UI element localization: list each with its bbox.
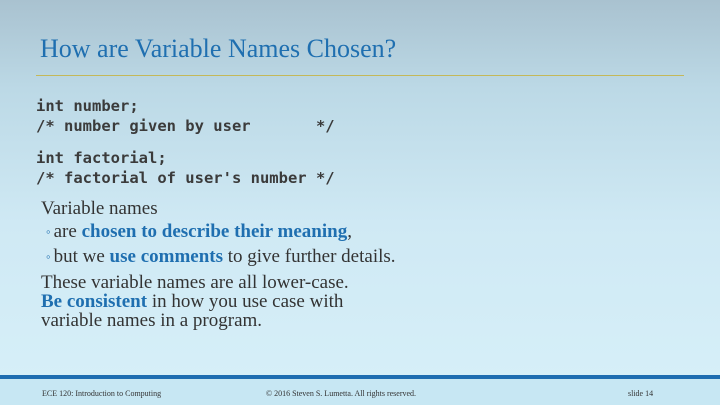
bullet-highlight: use comments — [109, 246, 223, 267]
bullet-circle-icon: ◦ — [46, 249, 51, 264]
footer-copyright: © 2016 Steven S. Lumetta. All rights res… — [266, 389, 417, 398]
code-line: int number; — [36, 97, 139, 115]
code-line: /* number given by user */ — [36, 117, 335, 135]
footer-slide-number: slide 14 — [628, 389, 654, 398]
bullet-list: ◦ are chosen to describe their meaning, ◦… — [46, 220, 396, 270]
bullet-text: , — [347, 221, 352, 242]
paragraph-line: These variable names are all lower-case. — [41, 272, 349, 293]
code-block-factorial: int factorial; /* factorial of user's nu… — [36, 148, 335, 188]
paragraph-consistency: These variable names are all lower-case.… — [41, 273, 349, 330]
paragraph-variable-names: Variable names — [41, 198, 158, 219]
code-block-number: int number; /* number given by user */ — [36, 96, 335, 136]
bullet-highlight: chosen to describe their meaning — [81, 221, 348, 242]
code-line: /* factorial of user's number */ — [36, 169, 335, 187]
bullet-text: are — [53, 221, 82, 242]
paragraph-highlight: Be consistent — [41, 291, 148, 312]
bullet-circle-icon: ◦ — [46, 224, 51, 239]
slide: How are Variable Names Chosen? int numbe… — [0, 0, 720, 405]
bullet-text: to give further details. — [223, 246, 396, 267]
bullet-item: ◦ but we use comments to give further det… — [46, 245, 396, 270]
paragraph-line: variable names in a program. — [41, 310, 263, 331]
footer-course: ECE 120: Introduction to Computing — [42, 389, 162, 398]
bullet-text: but we — [53, 246, 110, 267]
title-divider — [36, 75, 684, 76]
paragraph-line: in how you use case with — [147, 291, 344, 312]
code-line: int factorial; — [36, 149, 167, 167]
slide-title: How are Variable Names Chosen? — [40, 34, 397, 63]
bullet-item: ◦ are chosen to describe their meaning, — [46, 220, 396, 245]
